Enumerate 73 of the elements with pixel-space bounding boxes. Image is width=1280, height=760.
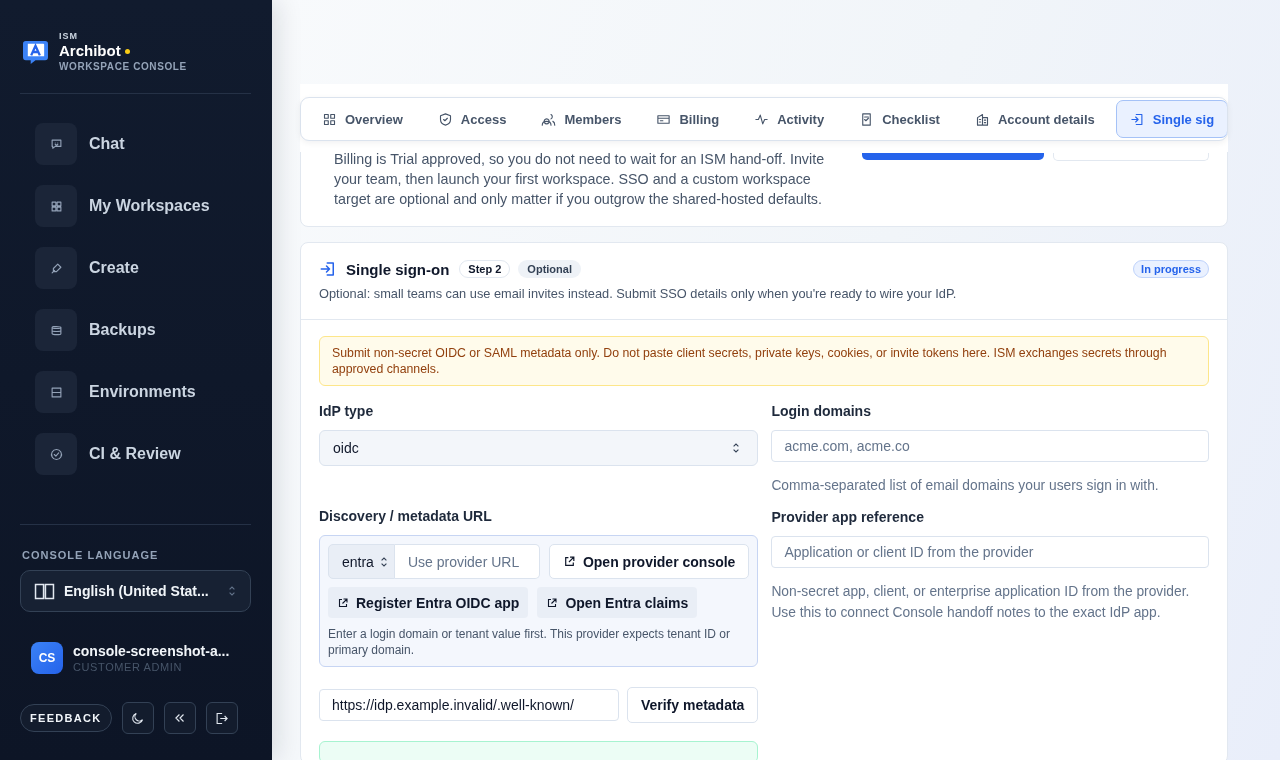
logout-icon xyxy=(214,710,229,726)
book-icon xyxy=(34,582,55,600)
tab-icon xyxy=(437,111,453,127)
external-link-button[interactable]: Register Entra OIDC app xyxy=(328,587,529,618)
help-text: Comma-separated list of email domains your users sign in with. xyxy=(771,477,1160,495)
nav-icon xyxy=(35,123,77,165)
nav-icon xyxy=(35,309,77,351)
brand-org: ISM xyxy=(59,31,79,42)
nav-item[interactable]: Chat xyxy=(35,123,251,165)
double-chevron-icon xyxy=(172,711,187,725)
open-console-button[interactable]: Open provider console xyxy=(548,544,750,579)
external-link-icon xyxy=(562,555,576,568)
status-dot xyxy=(124,48,130,54)
nav-icon xyxy=(35,185,77,227)
external-link-icon xyxy=(546,596,559,609)
field-label: IdP type xyxy=(319,403,375,419)
nav-item[interactable]: Create xyxy=(35,247,251,289)
idp-type-select[interactable]: oidc xyxy=(319,430,759,466)
tab[interactable]: Access xyxy=(423,100,521,138)
sign-in-icon xyxy=(319,260,337,278)
user-avatar: CS xyxy=(31,642,63,674)
nav-icon xyxy=(35,371,77,413)
theme-button[interactable] xyxy=(121,702,154,734)
tab[interactable]: Account details xyxy=(960,100,1109,138)
tab[interactable]: Overview xyxy=(308,100,417,138)
optional-badge: Optional xyxy=(518,260,581,278)
logout-button[interactable] xyxy=(205,702,238,734)
verify-button[interactable]: Verify metadata xyxy=(626,687,759,723)
feedback-button[interactable]: FEEDBACK xyxy=(20,704,112,732)
warning-banner: Submit non-secret OIDC or SAML metadata only. Do not paste client secrets, private keys, cookies, or invite tokens here. ISM exchanges secrets through approved channels. xyxy=(319,336,1209,386)
field-label: Discovery / metadata URL xyxy=(319,508,493,524)
provider-select[interactable]: entra xyxy=(328,544,395,579)
nav-item[interactable]: My Workspaces xyxy=(35,185,251,227)
nav-icon xyxy=(35,247,77,289)
tab[interactable]: Billing xyxy=(642,100,734,138)
field-label: Login domains xyxy=(771,403,872,419)
metadata-url-field[interactable]: https://idp.example.invalid/.well-known/ xyxy=(319,689,619,721)
external-link-button[interactable]: Open Entra claims xyxy=(537,587,698,618)
logo-icon xyxy=(22,39,49,65)
tab[interactable]: Single sig xyxy=(1115,100,1227,138)
nav-item[interactable]: CI & Review xyxy=(35,433,251,475)
chevron-icon xyxy=(228,585,236,597)
chevron-icon xyxy=(732,442,741,454)
external-link-icon xyxy=(337,596,349,609)
chevron-icon xyxy=(379,555,388,568)
brand-name: Archibot xyxy=(59,42,121,60)
help-text: Non-secret app, client, or enterprise application ID from the provider. Use this to connect Console handoff notes to the exact IdP app. xyxy=(771,583,1191,622)
moon-icon xyxy=(130,710,145,726)
user-role: CUSTOMER ADMIN xyxy=(73,661,184,673)
field-label: Provider app reference xyxy=(771,509,925,525)
tab[interactable]: Members xyxy=(527,100,636,138)
nav-icon xyxy=(35,433,77,475)
collapse-button[interactable] xyxy=(163,702,196,734)
brand-subtitle: WORKSPACE CONSOLE xyxy=(59,60,187,73)
provider-url-field[interactable]: Use provider URL xyxy=(394,544,540,579)
section-label: CONSOLE LANGUAGE xyxy=(22,549,160,561)
tab-icon xyxy=(1129,111,1145,127)
intro-text: Billing is Trial approved, so you do not need to wait for an ISM hand-off. Invite your team, then launch your first workspace. SSO and a custom workspace target are optional and only matter if you outgrow the shared-hosted defaults. xyxy=(334,150,826,209)
user-name: console-screenshot-a... xyxy=(73,643,230,659)
status-badge: In progress xyxy=(1133,260,1209,278)
tab[interactable]: Checklist xyxy=(845,100,954,138)
tab-icon xyxy=(974,111,990,127)
card-subtitle: Optional: small teams can use email invites instead. Submit SSO details only when you're ready to wire your IdP. xyxy=(319,286,958,301)
tab-icon xyxy=(322,111,337,127)
tab-icon xyxy=(541,111,557,127)
tab[interactable]: Activity xyxy=(740,100,839,138)
card-title: Single sign-on xyxy=(346,260,450,278)
nav-item[interactable]: Environments xyxy=(35,371,251,413)
app-reference-field[interactable]: Application or client ID from the provider xyxy=(771,536,1209,568)
login-domains-field[interactable]: acme.com, acme.co xyxy=(771,430,1209,462)
help-text: Enter a login domain or tenant value first. This provider expects tenant ID or primary domain. xyxy=(328,626,731,658)
language-select[interactable]: English (United Stat... xyxy=(20,570,251,612)
nav-item[interactable]: Backups xyxy=(35,309,251,351)
